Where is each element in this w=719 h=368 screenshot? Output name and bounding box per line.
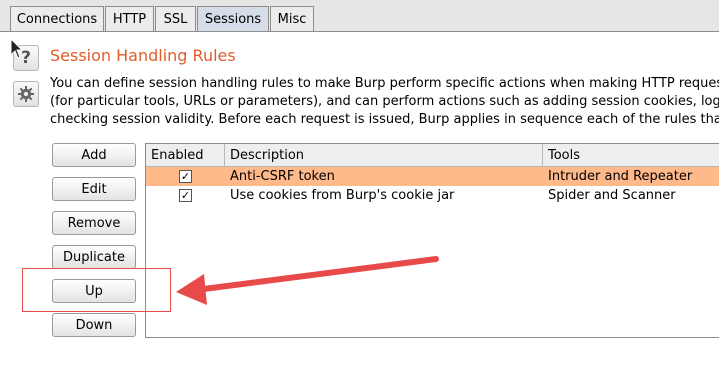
annotation-arrow-icon — [176, 256, 439, 305]
